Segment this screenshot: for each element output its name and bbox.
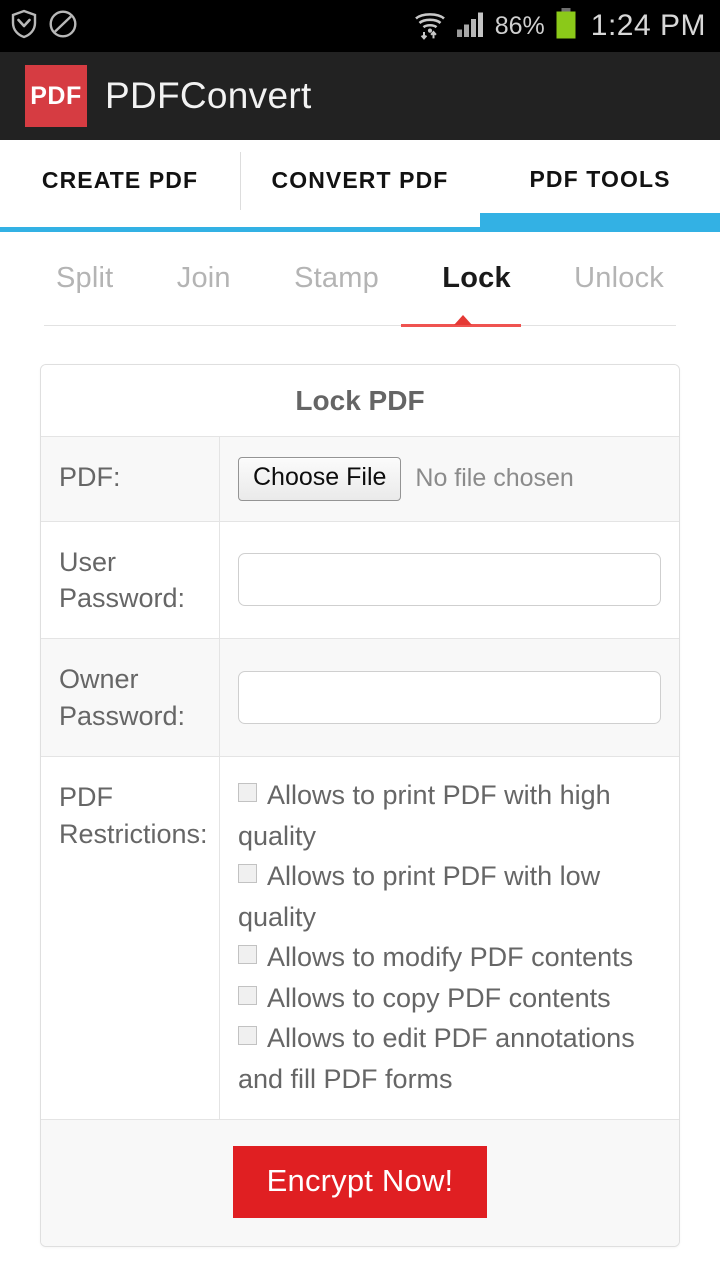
tab-pdf-tools[interactable]: PDF TOOLS	[480, 140, 720, 232]
restriction-label: Allows to print PDF with low quality	[238, 861, 601, 932]
sub-navigation: Split Join Stamp Lock Unlock	[0, 232, 720, 331]
sub-nav-item-split[interactable]: Split	[56, 262, 113, 295]
checkbox-unchecked-icon[interactable]	[238, 864, 257, 884]
restriction-label: Allows to modify PDF contents	[267, 942, 634, 973]
restriction-edit-annotations[interactable]: Allows to edit PDF annotations and fill …	[238, 1018, 661, 1099]
sub-nav-divider	[44, 315, 676, 331]
checkbox-unchecked-icon[interactable]	[238, 1026, 257, 1046]
sub-nav-caret-icon	[454, 315, 472, 325]
shield-down-icon	[10, 9, 38, 44]
restriction-label: Allows to print PDF with high quality	[238, 780, 611, 851]
encrypt-now-button[interactable]: Encrypt Now!	[232, 1146, 488, 1219]
owner-password-input[interactable]	[238, 671, 661, 725]
main-tab-bar: CREATE PDF CONVERT PDF PDF TOOLS	[0, 140, 720, 232]
pdf-file-field: Choose File No file chosen	[220, 437, 679, 521]
tab-create-pdf-label: CREATE PDF	[41, 166, 199, 193]
user-password-field	[220, 522, 679, 639]
restriction-label: Allows to copy PDF contents	[267, 982, 611, 1013]
android-status-bar: 86% 1:24 PM	[0, 0, 720, 52]
owner-password-row: Owner Password:	[41, 639, 679, 758]
app-title: PDFConvert	[105, 75, 312, 116]
checkbox-unchecked-icon[interactable]	[238, 985, 257, 1005]
pdf-restrictions-field: Allows to print PDF with high quality Al…	[220, 757, 679, 1119]
sub-nav-item-lock[interactable]: Lock	[442, 262, 511, 295]
tab-active-underline	[480, 213, 720, 232]
checkbox-unchecked-icon[interactable]	[238, 783, 257, 803]
sub-nav-items: Split Join Stamp Lock Unlock	[44, 262, 676, 295]
tab-underline	[240, 227, 480, 232]
do-not-disturb-icon	[48, 9, 78, 44]
app-header: PDF PDFConvert	[0, 52, 720, 140]
wifi-data-icon	[413, 7, 447, 46]
app-logo-icon: PDF	[25, 65, 87, 127]
restriction-modify-contents[interactable]: Allows to modify PDF contents	[238, 937, 661, 978]
tab-create-pdf[interactable]: CREATE PDF	[0, 140, 240, 232]
status-bar-left-icons	[10, 9, 78, 44]
choose-file-button[interactable]: Choose File	[238, 457, 402, 501]
pdf-file-label: PDF:	[41, 437, 220, 521]
tab-convert-pdf[interactable]: CONVERT PDF	[240, 140, 480, 232]
owner-password-field	[220, 639, 679, 756]
tab-pdf-tools-label: PDF TOOLS	[529, 165, 671, 192]
lock-pdf-card: Lock PDF PDF: Choose File No file chosen…	[40, 364, 680, 1248]
user-password-label: User Password:	[41, 521, 220, 639]
card-title: Lock PDF	[41, 365, 679, 437]
restriction-print-low-quality[interactable]: Allows to print PDF with low quality	[238, 856, 661, 937]
restriction-print-high-quality[interactable]: Allows to print PDF with high quality	[238, 775, 661, 856]
file-status-text: No file chosen	[415, 464, 574, 493]
battery-percentage: 86%	[494, 11, 545, 40]
file-input[interactable]: Choose File No file chosen	[238, 457, 574, 501]
checkbox-unchecked-icon[interactable]	[238, 945, 257, 965]
pdf-file-row: PDF: Choose File No file chosen	[41, 437, 679, 522]
pdf-restrictions-row: PDF Restrictions: Allows to print PDF wi…	[41, 757, 679, 1121]
sub-nav-item-stamp[interactable]: Stamp	[294, 262, 379, 295]
battery-full-icon	[554, 7, 578, 46]
tab-underline	[0, 227, 240, 232]
restrictions-list: Allows to print PDF with high quality Al…	[238, 775, 661, 1099]
cellular-signal-icon	[456, 9, 486, 44]
status-bar-clock: 1:24 PM	[590, 9, 706, 42]
pdf-restrictions-label: PDF Restrictions:	[41, 757, 220, 1120]
card-footer: Encrypt Now!	[41, 1120, 679, 1247]
restriction-label: Allows to edit PDF annotations and fill …	[238, 1023, 635, 1094]
restriction-copy-contents[interactable]: Allows to copy PDF contents	[238, 978, 661, 1019]
user-password-row: User Password:	[41, 521, 679, 640]
sub-nav-item-unlock[interactable]: Unlock	[574, 262, 664, 295]
user-password-input[interactable]	[238, 553, 661, 607]
sub-nav-item-join[interactable]: Join	[177, 262, 231, 295]
tab-convert-pdf-label: CONVERT PDF	[271, 166, 449, 193]
owner-password-label: Owner Password:	[41, 639, 220, 757]
status-bar-right-icons: 86% 1:24 PM	[413, 7, 706, 46]
